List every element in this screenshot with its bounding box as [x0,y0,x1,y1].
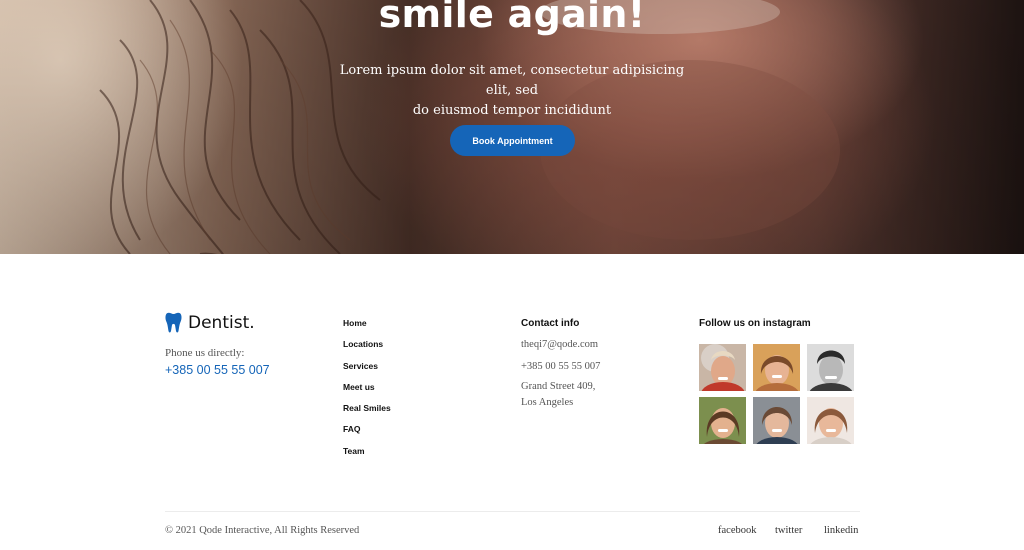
instagram-photo-1[interactable] [699,344,746,391]
instagram-photo-5[interactable] [753,397,800,444]
copyright-text: © 2021 Qode Interactive, All Rights Rese… [165,525,360,536]
footer-divider [165,511,860,512]
instagram-photo-4[interactable] [699,397,746,444]
phone-label: Phone us directly: [165,347,245,359]
hero-title: smile again! [378,0,646,36]
nav-item-faq[interactable]: FAQ [343,424,391,445]
contact-email-link[interactable]: theqi7@qode.com [521,337,598,353]
contact-info-heading: Contact info [521,318,580,329]
instagram-photo-6[interactable] [807,397,854,444]
contact-phone-link[interactable]: +385 00 55 55 007 [521,359,600,375]
instagram-grid [699,344,854,444]
brand-logo[interactable]: Dentist. [165,312,255,333]
tooth-icon [165,312,182,333]
nav-item-meet-us[interactable]: Meet us [343,382,391,403]
nav-item-team[interactable]: Team [343,446,391,467]
instagram-photo-2[interactable] [753,344,800,391]
nav-item-locations[interactable]: Locations [343,339,391,360]
book-appointment-button[interactable]: Book Appointment [450,125,575,156]
instagram-heading: Follow us on instagram [699,318,811,329]
nav-item-real-smiles[interactable]: Real Smiles [343,403,391,424]
contact-address-line-2: Los Angeles [521,397,574,408]
footer-nav: Home Locations Services Meet us Real Smi… [343,318,391,467]
hero-banner: smile again! Lorem ipsum dolor sit amet,… [0,0,1024,254]
nav-item-services[interactable]: Services [343,361,391,382]
brand-name: Dentist. [188,312,255,333]
social-link-linkedin[interactable]: linkedin [824,525,858,536]
social-link-twitter[interactable]: twitter [775,525,802,536]
hero-subtitle-line-1: Lorem ipsum dolor sit amet, consectetur … [339,63,685,98]
instagram-photo-3[interactable] [807,344,854,391]
hero-subtitle: Lorem ipsum dolor sit amet, consectetur … [332,61,692,121]
nav-item-home[interactable]: Home [343,318,391,339]
contact-address-line-1: Grand Street 409, [521,381,596,392]
hero-subtitle-line-2: do eiusmod tempor incididunt [412,103,612,118]
phone-number-link[interactable]: +385 00 55 55 007 [165,363,270,377]
social-link-facebook[interactable]: facebook [718,525,756,536]
